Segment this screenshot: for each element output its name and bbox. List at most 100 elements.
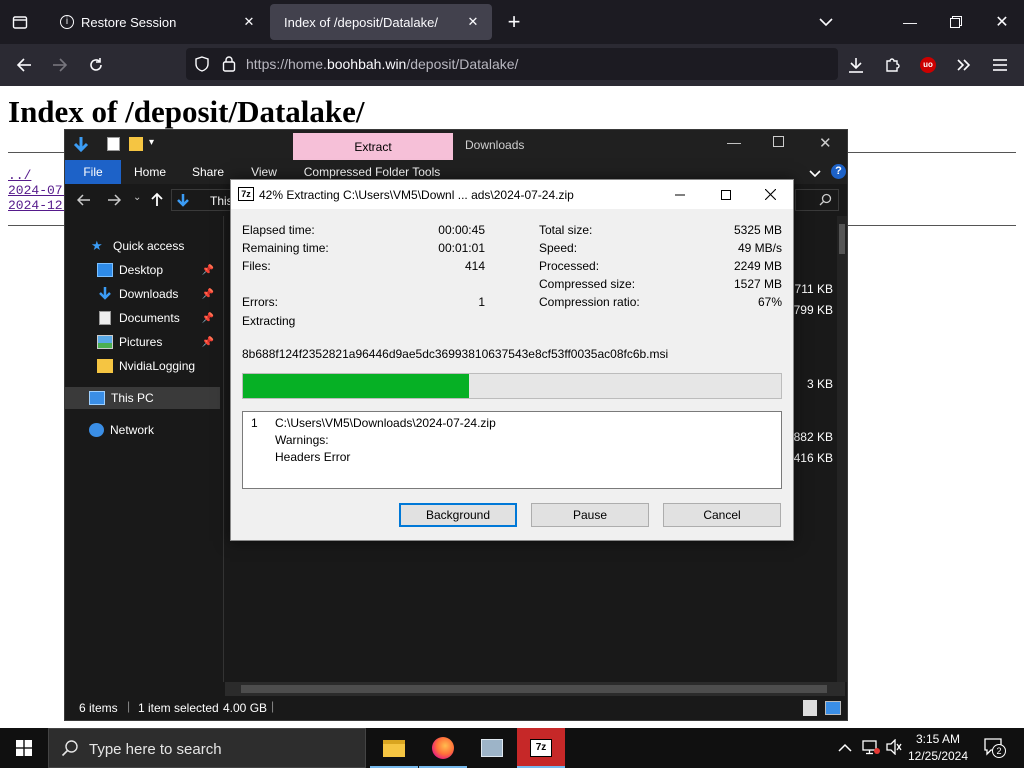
compression-ratio-label: Compression ratio:: [539, 295, 640, 309]
tab-index-datalake[interactable]: Index of /deposit/Datalake/ ✕: [270, 4, 492, 40]
recent-locations-chevron-icon[interactable]: ⌄: [133, 192, 141, 203]
ribbon-tab-home[interactable]: Home: [125, 160, 175, 184]
taskbar-clock[interactable]: 3:15 AM 12/25/2024: [900, 731, 976, 765]
selected-size: 4.00 GB: [223, 701, 268, 715]
nav-label: Pictures: [119, 335, 163, 349]
shield-icon[interactable]: [194, 56, 210, 77]
files-value: 414: [464, 259, 485, 273]
address-box[interactable]: This: [171, 189, 233, 211]
errors-value: 1: [478, 295, 485, 309]
url-text[interactable]: https://home.boohbah.win/deposit/Datalak…: [246, 56, 518, 72]
document-icon: [99, 311, 111, 325]
ribbon-tab-share[interactable]: Share: [183, 160, 233, 184]
status-separator: |: [127, 699, 131, 713]
quick-access-download-icon[interactable]: [73, 136, 89, 157]
expand-ribbon-chevron-icon[interactable]: [809, 166, 821, 184]
close-icon[interactable]: ✕: [819, 134, 832, 152]
pause-button[interactable]: Pause: [531, 503, 649, 527]
clock-time: 3:15 AM: [915, 732, 961, 746]
show-hidden-icons-chevron-icon[interactable]: [838, 740, 852, 758]
firefox-icon: [432, 737, 454, 759]
forward-arrow-icon[interactable]: [107, 193, 122, 211]
ribbon-tab-file[interactable]: File: [65, 160, 121, 184]
nav-label: Network: [110, 423, 155, 437]
file-size: 799 KB: [793, 303, 833, 317]
errors-label: Errors:: [242, 295, 278, 309]
maximize-icon[interactable]: [703, 180, 749, 209]
messages-list[interactable]: 1 C:\Users\VM5\Downloads\2024-07-24.zip …: [242, 411, 782, 489]
maximize-icon[interactable]: [773, 136, 784, 147]
properties-icon[interactable]: [107, 137, 120, 151]
downloads-icon[interactable]: [840, 49, 872, 81]
restore-icon[interactable]: [940, 6, 972, 38]
file-size: 3 KB: [806, 377, 833, 391]
nav-item-pictures[interactable]: Pictures 📌: [65, 331, 220, 353]
horizontal-scrollbar[interactable]: [225, 682, 845, 696]
scrollbar-thumb[interactable]: [839, 224, 845, 254]
vertical-scrollbar[interactable]: [837, 216, 847, 682]
nav-item-quick-access[interactable]: ★ Quick access: [65, 235, 220, 257]
close-window-icon[interactable]: ✕: [986, 6, 1018, 38]
notification-center-icon[interactable]: 2: [984, 738, 1006, 761]
tab-extract[interactable]: Extract: [293, 133, 453, 160]
forward-arrow-icon[interactable]: [44, 49, 76, 81]
nav-item-network[interactable]: Network: [65, 419, 220, 441]
files-label: Files:: [242, 259, 271, 273]
hamburger-menu-icon[interactable]: [984, 49, 1016, 81]
extensions-puzzle-icon[interactable]: [876, 49, 908, 81]
taskbar-search[interactable]: Type here to search: [48, 728, 366, 768]
customize-toolbar-icon[interactable]: ▾: [149, 137, 154, 148]
start-button[interactable]: [0, 728, 48, 768]
message-headers-error: Headers Error: [275, 450, 351, 464]
reload-icon[interactable]: [80, 49, 112, 81]
close-tab-icon[interactable]: ✕: [464, 13, 482, 31]
cancel-button[interactable]: Cancel: [663, 503, 781, 527]
lock-icon[interactable]: [222, 55, 236, 77]
url-bar[interactable]: https://home.boohbah.win/deposit/Datalak…: [186, 48, 838, 80]
help-icon[interactable]: ?: [831, 164, 846, 179]
file-link[interactable]: 2024-07-: [8, 183, 70, 198]
tab-manager-icon[interactable]: [4, 6, 36, 38]
message-warnings: Warnings:: [275, 433, 329, 447]
selected-count: 1 item selected: [138, 701, 219, 715]
explorer-titlebar: ▾ Extract Downloads — ✕: [65, 130, 847, 160]
nav-item-downloads[interactable]: Downloads 📌: [65, 283, 220, 305]
list-tabs-chevron-icon[interactable]: [810, 6, 842, 38]
taskbar-network-app[interactable]: [468, 728, 516, 768]
background-button[interactable]: Background: [399, 503, 517, 527]
file-link[interactable]: 2024-12-: [8, 198, 70, 213]
new-tab-button[interactable]: +: [498, 6, 530, 38]
download-icon: [97, 287, 113, 301]
ublock-origin-icon[interactable]: uo: [912, 49, 944, 81]
dialog-titlebar: 7z 42% Extracting C:\Users\VM5\Downl ...…: [231, 180, 793, 209]
parent-dir-link[interactable]: ../: [8, 168, 31, 183]
minimize-icon[interactable]: —: [727, 134, 741, 150]
large-icons-view-icon[interactable]: [825, 701, 841, 715]
taskbar-firefox[interactable]: [419, 728, 467, 768]
compression-ratio-value: 67%: [757, 295, 782, 309]
nav-item-this-pc[interactable]: This PC: [65, 387, 220, 409]
tab-restore-session[interactable]: i Restore Session ✕: [46, 4, 268, 40]
back-arrow-icon[interactable]: [8, 49, 40, 81]
up-arrow-icon[interactable]: [151, 192, 163, 211]
pin-icon: 📌: [201, 312, 214, 324]
close-tab-icon[interactable]: ✕: [240, 13, 258, 31]
minimize-icon[interactable]: —: [894, 6, 926, 38]
extension-badge: uo: [920, 57, 936, 73]
nav-item-nvidialogging[interactable]: NvidiaLogging: [65, 355, 220, 377]
network-status-icon[interactable]: [862, 739, 880, 760]
back-arrow-icon[interactable]: [76, 193, 91, 211]
nav-item-documents[interactable]: Documents 📌: [65, 307, 220, 329]
search-box[interactable]: [795, 189, 839, 211]
scrollbar-thumb[interactable]: [241, 685, 827, 693]
taskbar-7zip[interactable]: 7z: [517, 728, 565, 768]
close-icon[interactable]: [747, 180, 793, 209]
more-tools-chevron-icon[interactable]: [948, 49, 980, 81]
minimize-icon[interactable]: [657, 180, 703, 209]
info-icon: i: [60, 15, 74, 29]
details-view-icon[interactable]: [803, 700, 817, 716]
7zip-icon: 7z: [530, 739, 552, 757]
nav-item-desktop[interactable]: Desktop 📌: [65, 259, 220, 281]
taskbar-file-explorer[interactable]: [370, 728, 418, 768]
new-folder-icon[interactable]: [129, 137, 143, 151]
